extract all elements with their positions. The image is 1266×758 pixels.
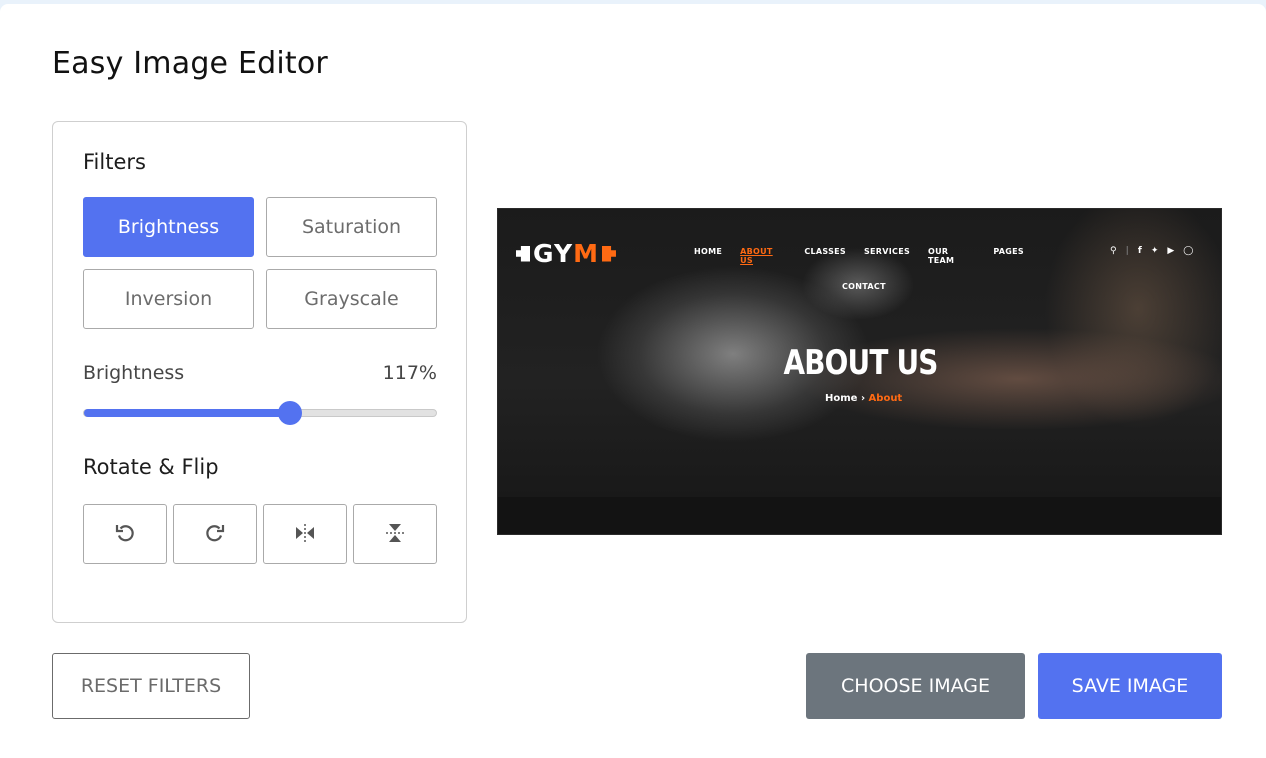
dumbbell-left-icon bbox=[516, 245, 530, 262]
logo-text-accent: M bbox=[573, 239, 599, 268]
preview-photo: GY M HOME ABOUT US CLASSES SERVICES OUR T… bbox=[498, 209, 1221, 497]
search-icon: ⚲ bbox=[1110, 246, 1117, 256]
filter-brightness-button[interactable]: Brightness bbox=[83, 197, 254, 257]
slider-name: Brightness bbox=[83, 362, 185, 384]
flip-vertical-icon bbox=[383, 521, 407, 548]
divider: | bbox=[1125, 246, 1129, 256]
save-image-button[interactable]: SAVE IMAGE bbox=[1038, 653, 1222, 719]
site-nav-item: HOME bbox=[694, 247, 723, 256]
site-nav-item: OUR TEAM bbox=[928, 247, 955, 265]
breadcrumb-current: About bbox=[868, 393, 903, 404]
image-preview: GY M HOME ABOUT US CLASSES SERVICES OUR T… bbox=[497, 208, 1222, 535]
site-nav-item: ABOUT US bbox=[740, 247, 773, 265]
site-nav-item: SERVICES bbox=[863, 247, 911, 256]
preview-bottom-band bbox=[498, 497, 1221, 534]
logo-text: GY bbox=[533, 239, 574, 268]
controls-panel: Filters Brightness Saturation Inversion … bbox=[52, 121, 467, 623]
brightness-slider[interactable] bbox=[83, 401, 437, 425]
filter-inversion-button[interactable]: Inversion bbox=[83, 269, 254, 329]
breadcrumb-separator: › bbox=[860, 393, 866, 404]
youtube-icon: ▶ bbox=[1167, 246, 1175, 256]
rotate-right-button[interactable] bbox=[173, 504, 257, 564]
slider-info: Brightness 117% bbox=[83, 362, 437, 384]
facebook-icon: f bbox=[1137, 246, 1142, 256]
breadcrumb-home: Home bbox=[825, 393, 858, 404]
choose-image-button[interactable]: CHOOSE IMAGE bbox=[806, 653, 1025, 719]
flip-vertical-button[interactable] bbox=[353, 504, 437, 564]
flip-horizontal-button[interactable] bbox=[263, 504, 347, 564]
filter-saturation-button[interactable]: Saturation bbox=[266, 197, 437, 257]
site-nav-item: CLASSES bbox=[804, 247, 846, 256]
instagram-icon: ◯ bbox=[1183, 246, 1194, 256]
twitter-icon: ✦ bbox=[1150, 246, 1159, 256]
editor-card: Easy Image Editor Filters Brightness Sat… bbox=[0, 4, 1266, 758]
rotate-left-icon bbox=[113, 521, 137, 548]
site-social-icons: ⚲ | f ✦ ▶ ◯ bbox=[1110, 246, 1193, 256]
slider-fill bbox=[84, 409, 290, 417]
hero-title: ABOUT US bbox=[783, 343, 938, 383]
dumbbell-right-icon bbox=[601, 245, 616, 262]
site-breadcrumb: Home › About bbox=[825, 393, 902, 404]
flip-horizontal-icon bbox=[293, 521, 317, 548]
site-nav: HOME ABOUT US CLASSES SERVICES OUR TEAM … bbox=[694, 247, 1024, 291]
site-logo: GY M bbox=[516, 239, 616, 268]
reset-filters-button[interactable]: RESET FILTERS bbox=[52, 653, 250, 719]
slider-thumb[interactable] bbox=[277, 401, 302, 425]
site-nav-item: PAGES bbox=[993, 247, 1024, 256]
filter-grayscale-button[interactable]: Grayscale bbox=[266, 269, 437, 329]
filters-heading: Filters bbox=[83, 150, 146, 174]
rotate-left-button[interactable] bbox=[83, 504, 167, 564]
site-nav-item: CONTACT bbox=[842, 282, 886, 291]
slider-value: 117% bbox=[382, 362, 437, 384]
rotate-right-icon bbox=[203, 521, 227, 548]
rotate-flip-heading: Rotate & Flip bbox=[83, 455, 219, 479]
page-title: Easy Image Editor bbox=[52, 46, 328, 81]
